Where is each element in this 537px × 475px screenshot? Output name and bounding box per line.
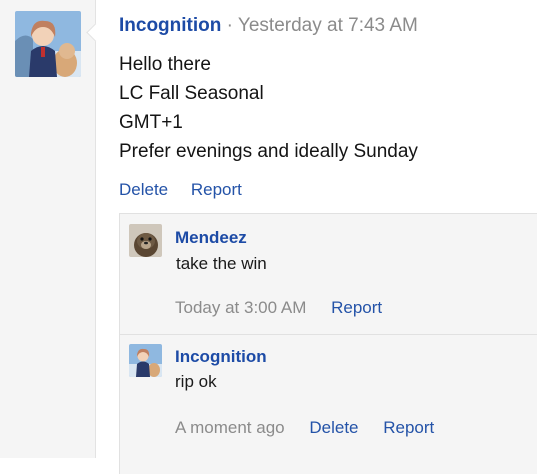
delete-link[interactable]: Delete [309, 418, 358, 437]
reply-text: rip ok [175, 372, 217, 391]
post-line: LC Fall Seasonal [119, 83, 264, 104]
avatar[interactable] [15, 11, 81, 77]
post-header: Incognition · Yesterday at 7:43 AM [119, 13, 418, 39]
post-line: GMT+1 [119, 112, 183, 133]
post-author[interactable]: Incognition [119, 15, 221, 36]
anime-avatar-image [129, 344, 162, 377]
post-line: Prefer evenings and ideally Sunday [119, 141, 418, 162]
header-separator: · [226, 15, 233, 36]
post-body: Hello there LC Fall Seasonal GMT+1 Prefe… [119, 50, 418, 166]
report-link[interactable]: Report [383, 418, 434, 437]
report-link[interactable]: Report [331, 298, 382, 317]
otter-avatar-image [129, 224, 162, 257]
delete-link[interactable]: Delete [119, 180, 168, 199]
reply-footer: Today at 3:00 AM Report [175, 297, 402, 319]
reply-timestamp[interactable]: A moment ago [175, 418, 285, 437]
reply-timestamp[interactable]: Today at 3:00 AM [175, 298, 306, 317]
reply-footer: A moment ago Delete Report [175, 417, 454, 439]
post-timestamp[interactable]: Yesterday at 7:43 AM [238, 15, 418, 36]
reply-text: take the win [176, 254, 267, 273]
report-link[interactable]: Report [191, 180, 242, 199]
reply-author[interactable]: Mendeez [175, 227, 247, 249]
avatar[interactable] [129, 344, 162, 377]
post-actions: Delete Report [119, 178, 260, 202]
post-line: Hello there [119, 54, 211, 75]
anime-avatar-image [15, 11, 81, 77]
reply-author[interactable]: Incognition [175, 346, 267, 368]
avatar[interactable] [129, 224, 162, 257]
